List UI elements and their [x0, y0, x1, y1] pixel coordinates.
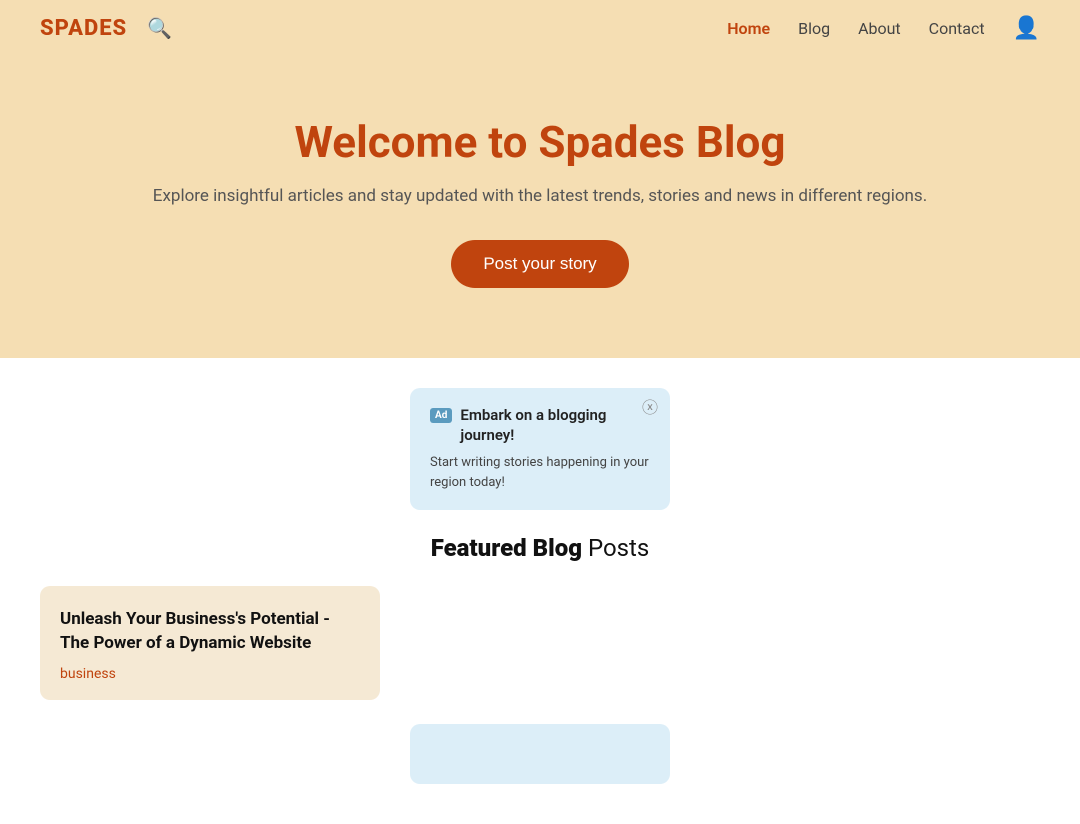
hero-section: Welcome to Spades Blog Explore insightfu… [0, 56, 1080, 358]
ad-badge: Ad [430, 408, 452, 423]
nav-link-blog[interactable]: Blog [798, 19, 830, 38]
blog-card-tag: business [60, 666, 360, 682]
hero-title: Welcome to Spades Blog [40, 116, 1040, 168]
nav-right: Home Blog About Contact 👤 [727, 16, 1040, 41]
ad-card: Ad Embark on a blogging journey! ⓧ Start… [410, 388, 670, 510]
featured-heading-normal: Posts [582, 534, 649, 562]
ad-description: Start writing stories happening in your … [430, 453, 650, 492]
nav-left: SPADES 🔍 [40, 16, 172, 41]
ad-close-icon[interactable]: ⓧ [642, 400, 658, 416]
nav-link-contact[interactable]: Contact [929, 19, 985, 38]
ad-header: Ad Embark on a blogging journey! [430, 406, 650, 445]
logo[interactable]: SPADES [40, 16, 127, 41]
nav-link-home[interactable]: Home [727, 19, 770, 38]
featured-heading-bold: Featured Blog [431, 534, 582, 562]
blog-card-title: Unleash Your Business's Potential - The … [60, 608, 360, 656]
search-icon[interactable]: 🔍 [147, 16, 172, 40]
user-icon[interactable]: 👤 [1013, 16, 1040, 41]
navbar: SPADES 🔍 Home Blog About Contact 👤 [0, 0, 1080, 56]
featured-heading: Featured Blog Posts [40, 534, 1040, 562]
content-section: Ad Embark on a blogging journey! ⓧ Start… [0, 358, 1080, 824]
ad-title: Embark on a blogging journey! [460, 406, 650, 445]
hero-subtitle: Explore insightful articles and stay upd… [40, 186, 1040, 206]
logo-text: SPADES [40, 16, 127, 41]
nav-link-about[interactable]: About [858, 19, 901, 38]
bottom-ad-placeholder [410, 724, 670, 784]
post-story-button[interactable]: Post your story [451, 240, 628, 288]
blog-card[interactable]: Unleash Your Business's Potential - The … [40, 586, 380, 700]
